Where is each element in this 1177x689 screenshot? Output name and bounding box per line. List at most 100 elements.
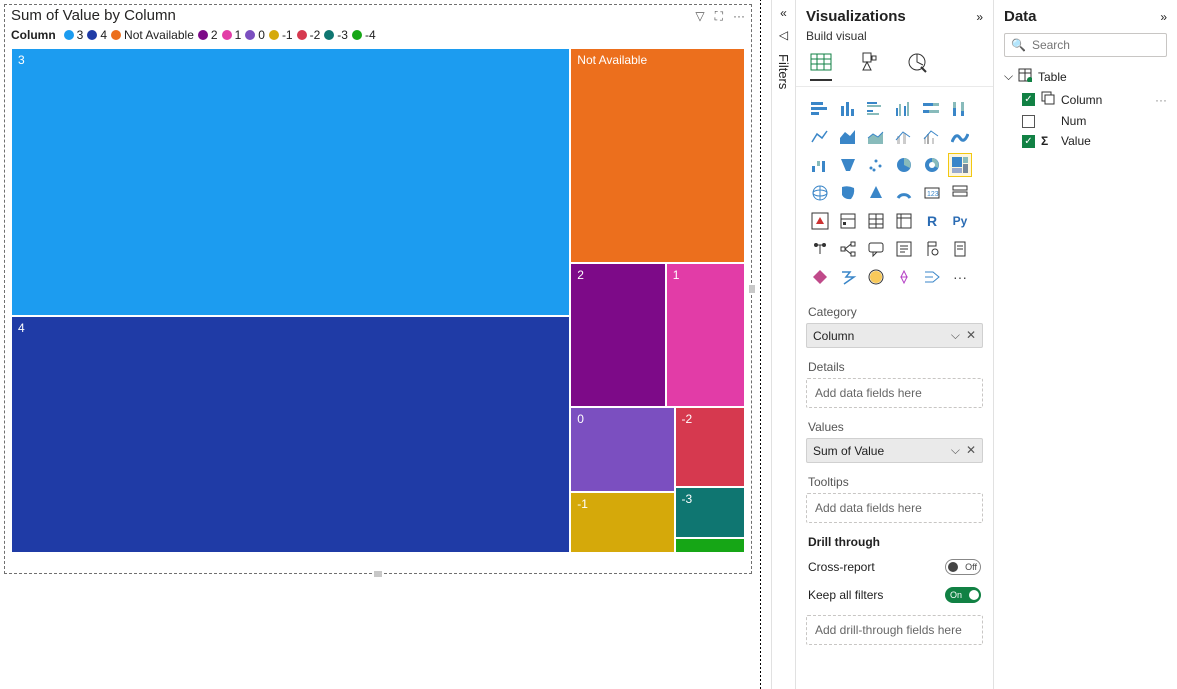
legend-item[interactable]: -2 xyxy=(297,28,321,42)
field-checkbox[interactable]: ✓ xyxy=(1022,93,1035,106)
field-row[interactable]: ✓ Column ··· xyxy=(1004,88,1167,111)
details-field-well[interactable]: Add data fields here xyxy=(806,378,983,408)
stacked-area-icon[interactable] xyxy=(864,125,888,149)
scatter-icon[interactable] xyxy=(864,153,888,177)
multi-row-card-icon[interactable] xyxy=(948,181,972,205)
tooltips-label: Tooltips xyxy=(796,469,993,491)
kpi-icon[interactable] xyxy=(808,209,832,233)
key-influencers-icon[interactable] xyxy=(808,237,832,261)
format-visual-tab[interactable] xyxy=(858,49,880,80)
collapse-data-panel-icon[interactable]: » xyxy=(1160,10,1167,24)
legend-item[interactable]: 1 xyxy=(222,28,242,42)
treemap-cell[interactable]: 1 xyxy=(666,263,745,407)
decomposition-tree-icon[interactable] xyxy=(836,237,860,261)
stacked-column-icon[interactable] xyxy=(836,97,860,121)
field-more-icon[interactable]: ··· xyxy=(1155,93,1167,107)
legend-item[interactable]: -1 xyxy=(269,28,293,42)
treemap-cell[interactable]: 2 xyxy=(570,263,665,407)
line-clustered-column-icon[interactable] xyxy=(920,125,944,149)
treemap-cell[interactable]: 4 xyxy=(11,316,570,553)
sparkline-icon[interactable] xyxy=(892,265,916,289)
funnel-icon[interactable] xyxy=(836,153,860,177)
field-checkbox[interactable]: ✓ xyxy=(1022,135,1035,148)
goals-icon[interactable] xyxy=(920,237,944,261)
filter-icon[interactable]: ▽ xyxy=(695,9,704,24)
map-icon[interactable] xyxy=(808,181,832,205)
chevron-down-icon[interactable]: ⌵ xyxy=(951,328,960,343)
filters-funnel-icon[interactable]: ◁ xyxy=(779,28,788,42)
report-canvas[interactable]: ▽ ⛶ ··· Sum of Value by Column Column 3 … xyxy=(0,0,771,689)
remove-field-icon[interactable]: ✕ xyxy=(966,328,976,343)
paginated-report-icon[interactable] xyxy=(948,237,972,261)
treemap-cell[interactable]: 3 xyxy=(11,48,570,316)
treemap-cell[interactable]: -3 xyxy=(675,487,745,538)
line-stacked-column-icon[interactable] xyxy=(892,125,916,149)
filled-map-icon[interactable] xyxy=(836,181,860,205)
legend-item[interactable]: 3 xyxy=(64,28,84,42)
treemap-cell[interactable]: -2 xyxy=(675,407,745,488)
treemap-cell[interactable] xyxy=(675,538,745,553)
power-apps-icon[interactable] xyxy=(808,265,832,289)
slicer-icon[interactable] xyxy=(836,209,860,233)
card-icon[interactable]: 123 xyxy=(920,181,944,205)
stacked-bar-icon[interactable] xyxy=(808,97,832,121)
pie-icon[interactable] xyxy=(892,153,916,177)
r-visual-icon[interactable]: R xyxy=(920,209,944,233)
waterfall-icon[interactable] xyxy=(808,153,832,177)
more-options-icon[interactable]: ··· xyxy=(733,9,745,24)
expand-filters-icon[interactable]: « xyxy=(780,6,787,20)
values-field-well[interactable]: Sum of Value⌵✕ xyxy=(806,438,983,463)
tooltips-field-well[interactable]: Add data fields here xyxy=(806,493,983,523)
treemap-icon[interactable] xyxy=(948,153,972,177)
treemap-cell[interactable]: 0 xyxy=(570,407,674,493)
field-row[interactable]: ✓ Σ Value xyxy=(1004,131,1167,151)
python-visual-icon[interactable]: Py xyxy=(948,209,972,233)
qa-visual-icon[interactable] xyxy=(864,237,888,261)
100-stacked-bar-icon[interactable] xyxy=(920,97,944,121)
legend-item[interactable]: 2 xyxy=(198,28,218,42)
get-more-visuals-icon[interactable]: ··· xyxy=(948,265,972,289)
field-search[interactable]: 🔍 xyxy=(1004,33,1167,57)
field-name: Column xyxy=(1061,93,1102,107)
legend-item[interactable]: Not Available xyxy=(111,28,194,42)
donut-icon[interactable] xyxy=(920,153,944,177)
category-field-well[interactable]: Column⌵✕ xyxy=(806,323,983,348)
gauge-icon[interactable] xyxy=(892,181,916,205)
cross-report-toggle[interactable]: Off xyxy=(945,559,981,575)
keep-filters-toggle[interactable]: On xyxy=(945,587,981,603)
treemap-cell[interactable]: -1 xyxy=(570,492,674,553)
drill-through-field-well[interactable]: Add drill-through fields here xyxy=(806,615,983,645)
analytics-tab[interactable] xyxy=(906,49,928,80)
100-stacked-column-icon[interactable] xyxy=(948,97,972,121)
remove-field-icon[interactable]: ✕ xyxy=(966,443,976,458)
sankey-icon[interactable] xyxy=(920,265,944,289)
ribbon-chart-icon[interactable] xyxy=(948,125,972,149)
legend-item[interactable]: 0 xyxy=(245,28,265,42)
line-chart-icon[interactable] xyxy=(808,125,832,149)
search-icon: 🔍 xyxy=(1011,38,1026,52)
legend-item[interactable]: -3 xyxy=(324,28,348,42)
azure-map-icon[interactable] xyxy=(864,181,888,205)
field-checkbox[interactable] xyxy=(1022,115,1035,128)
focus-mode-icon[interactable]: ⛶ xyxy=(715,9,723,24)
power-automate-icon[interactable] xyxy=(836,265,860,289)
filters-panel-collapsed[interactable]: « ◁ Filters xyxy=(771,0,795,689)
treemap-cell[interactable]: Not Available xyxy=(570,48,745,263)
clustered-bar-icon[interactable] xyxy=(864,97,888,121)
field-name: Value xyxy=(1061,134,1091,148)
matrix-icon[interactable] xyxy=(892,209,916,233)
chevron-down-icon[interactable]: ⌵ xyxy=(951,443,960,458)
smart-narrative-icon[interactable] xyxy=(892,237,916,261)
build-visual-tab[interactable] xyxy=(810,49,832,81)
table-icon[interactable] xyxy=(864,209,888,233)
search-input[interactable] xyxy=(1032,38,1160,52)
collapse-viz-panel-icon[interactable]: » xyxy=(976,10,983,24)
area-chart-icon[interactable] xyxy=(836,125,860,149)
legend-item[interactable]: 4 xyxy=(87,28,107,42)
table-node[interactable]: ⌵ Table xyxy=(1004,65,1167,88)
clustered-column-icon[interactable] xyxy=(892,97,916,121)
field-row[interactable]: Num xyxy=(1004,111,1167,131)
treemap-visual[interactable]: ▽ ⛶ ··· Sum of Value by Column Column 3 … xyxy=(4,4,752,574)
legend-item[interactable]: -4 xyxy=(352,28,376,42)
arcgis-icon[interactable] xyxy=(864,265,888,289)
